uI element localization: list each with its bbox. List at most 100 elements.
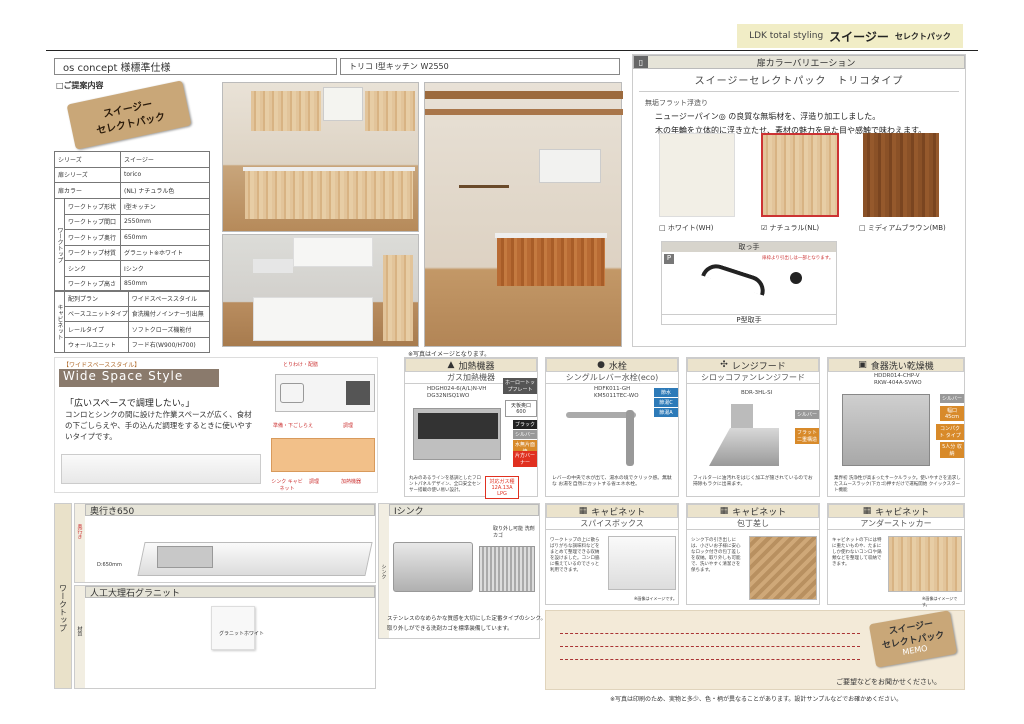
cab1-header: ▦ キャビネット	[546, 504, 678, 518]
footer-note: ※写真は印刷のため、実物と多少、色・柄が異なることがあります。設計サンプルなどで…	[610, 696, 903, 703]
worktop-side-bar: ワークトップ	[54, 503, 72, 689]
dishwasher-note: 業界初 洗浄性が高まったサークルラック。使いやすさを追求したスムースラック(下カ…	[834, 476, 961, 494]
depth-side-bar: 奥行き	[75, 504, 85, 582]
spec-key: 扉カラー	[54, 182, 121, 199]
memo-tag: スイージー セレクトパック MEMO	[868, 610, 958, 668]
photo3-door	[383, 255, 413, 341]
spec-table-worktop: ワークトップ ワークトップ形状 Ⅰ型キッチン ワークトップ間口 2550mm ワークトップ…	[54, 198, 210, 292]
dishwasher-tag-3: コンパクト タイプ	[936, 424, 964, 440]
cab3-header: ▦ キャビネット	[828, 504, 964, 518]
wide-space-panel: 【ワイドスペーススタイル】 Wide Space Style 「広いスペースで調…	[54, 357, 378, 493]
sink-panel: シンク Ⅰシンク 取り外し可能 洗剤カゴ ステンレスのなめらかな質感を大切にした…	[378, 503, 546, 639]
fan-icon: ✣	[720, 360, 728, 370]
cab2-title: キャビネット	[732, 507, 787, 518]
dishwasher-header: ▣ 食器洗い乾燥機	[828, 358, 964, 372]
dishwasher-model1: HDDR014-CHP-V	[874, 373, 920, 379]
water-drop-icon: ●	[597, 360, 605, 370]
heater-header: ▲ 加熱機器	[405, 358, 537, 372]
diagram-label-right: 調理	[343, 423, 354, 429]
depth-title: 奥行き650	[85, 504, 375, 517]
spec-value: ソフトクローズ機能付	[127, 321, 211, 338]
sink-note-1: ステンレスのなめらかな質感を大切にした定番タイプのシンク。	[387, 616, 547, 622]
spec-value: 食洗機付ノインナー引出無	[127, 305, 211, 322]
spec-key: シンク	[64, 260, 121, 277]
sink-photo	[393, 542, 473, 592]
faucet-panel: ● 水栓 シングルレバー水栓(eco) HDFK011-GH KM5011TEC-…	[545, 357, 679, 497]
spec-key: レールタイプ	[64, 321, 129, 338]
photo1-wall-cabinet-2	[365, 91, 415, 131]
faucet-tag-2: 節湯C	[654, 398, 678, 407]
spec-row: シンク Ⅰシンク	[55, 260, 210, 277]
concept-title: os concept 様標準仕様	[63, 63, 171, 74]
hood-panel: ✣ レンジフード シロッコファンレンジフード BDR-3HL-SI シルバー フラ…	[686, 357, 820, 497]
spec-group-label: キャビネット	[54, 290, 65, 353]
door-variation-panel: ▯ 扉カラーバリエーション スイージーセレクトパック トリコタイプ 無垢フラット…	[632, 54, 966, 347]
photo1-base-cabinet	[245, 171, 413, 219]
spec-row: シリーズ スイージー	[54, 151, 210, 168]
dishwasher-panel: ▣ 食器洗い乾燥機 HDDR014-CHP-V RKW-404A-SVWO シルバ…	[827, 357, 965, 497]
photo1-wall-cabinet	[251, 91, 321, 131]
granite-side-label: 材質	[76, 626, 83, 636]
spec-value: 2550mm	[120, 213, 210, 230]
heater-color-silver: シルバー	[513, 430, 537, 439]
hood-body	[709, 428, 779, 466]
spec-value: torico	[120, 166, 210, 183]
heater-top	[418, 413, 498, 439]
memo-line-2[interactable]	[560, 634, 860, 647]
faucet-title: 水栓	[608, 361, 627, 372]
handle-title: 取っ手	[662, 242, 836, 252]
worktop-side-label: ワークトップ	[58, 584, 68, 632]
faucet-header: ● 水栓	[546, 358, 678, 372]
spec-key: ワークトップ材質	[64, 244, 121, 261]
wide-space-diagram	[275, 374, 375, 412]
cab1-text: ワークトップの上に散らばりがちな調味料などをまとめて整理できる収納を設けました。…	[550, 538, 600, 574]
granite-sample-label: グラニットホワイト	[219, 631, 265, 637]
spec-value: (NL) ナチュラル色	[120, 182, 210, 199]
dishwasher-tag-4: 5人分 収納	[940, 442, 964, 458]
hood-note: フィルターに油汚れをはじく加工が施されているのでお掃除もラクに出来ます。	[693, 476, 813, 488]
bottom-label-sink: シンク キャビネット	[271, 479, 303, 492]
diagram-label-top: とりわけ・配膳	[283, 362, 319, 368]
heater-title: 加熱機器	[458, 361, 495, 372]
p-handle-icon	[701, 260, 769, 296]
memo-line-1[interactable]	[560, 621, 860, 634]
proposal-label: □ご提案内容	[56, 81, 104, 90]
heater-size-badge: 天板奥口 600	[505, 400, 537, 417]
spec-row: ワークトップ間口 2550mm	[55, 213, 210, 230]
swatch-label-natural: ☑ ナチュラル(NL)	[761, 224, 820, 232]
door-variation-header: ▯ 扉カラーバリエーション	[633, 55, 965, 69]
handle-box: 取っ手 P 扉枠より引出しは一部となります。 P型取手	[661, 241, 837, 325]
handle-note: 扉枠より引出しは一部となります。	[762, 256, 834, 261]
heater-photo	[413, 408, 501, 460]
cabinet-knife-panel: ▦ キャビネット 包丁差し シンク下の引き出しには、小さいお子様に安心なロック付き…	[686, 503, 820, 605]
wide-space-quote: 「広いスペースで調理したい。」	[65, 399, 195, 409]
spec-row: ベースユニットタイプ 食洗機付ノインナー引出無	[55, 305, 211, 322]
finish-title: 無垢フラット浮造り	[645, 99, 708, 107]
spec-row: ワークトップ材質 グラニット※ホワイト	[55, 244, 210, 261]
cab3-text: キャビネットの下には特に重たいものや、たまにしか使わないコンロや鍋類などを整理し…	[832, 538, 882, 568]
spec-value: ワイドスペーススタイル	[127, 290, 211, 307]
diagram-sink	[280, 383, 304, 403]
door-icon: ▯	[634, 56, 648, 68]
photo2-hood	[539, 149, 601, 183]
heater-gas-tag: 片方バーナー	[513, 451, 537, 467]
cab1-note: ※画像はイメージです。	[634, 596, 677, 601]
swatch-natural	[761, 133, 839, 217]
cab3-sub: アンダーストッカー	[828, 518, 964, 530]
top-tab-prefix: LDK total styling	[749, 31, 824, 41]
wide-space-title: Wide Space Style	[59, 369, 219, 387]
spec-table-cabinet: キャビネット 配列プラン ワイドスペーススタイル ベースユニットタイプ 食洗機付ノインナ…	[54, 290, 211, 353]
sink-note-2: 取り外しができる洗剤カゴを標準装備しています。	[387, 626, 513, 632]
sink-title: Ⅰシンク	[389, 504, 539, 517]
spec-value: Ⅰ型キッチン	[120, 198, 210, 215]
photo1-hood	[323, 87, 363, 121]
handle-badge: P	[664, 254, 674, 264]
kitchen-photo-3	[222, 234, 419, 347]
photo3-wall-cabinet	[293, 237, 373, 267]
photo3-base-cabinet	[253, 297, 373, 341]
dishwasher-icon: ▣	[858, 360, 867, 370]
top-divider	[46, 50, 978, 51]
door-variation-subtitle: スイージーセレクトパック トリコタイプ	[694, 76, 904, 87]
memo-lines	[560, 621, 860, 660]
memo-line-3[interactable]	[560, 647, 860, 660]
